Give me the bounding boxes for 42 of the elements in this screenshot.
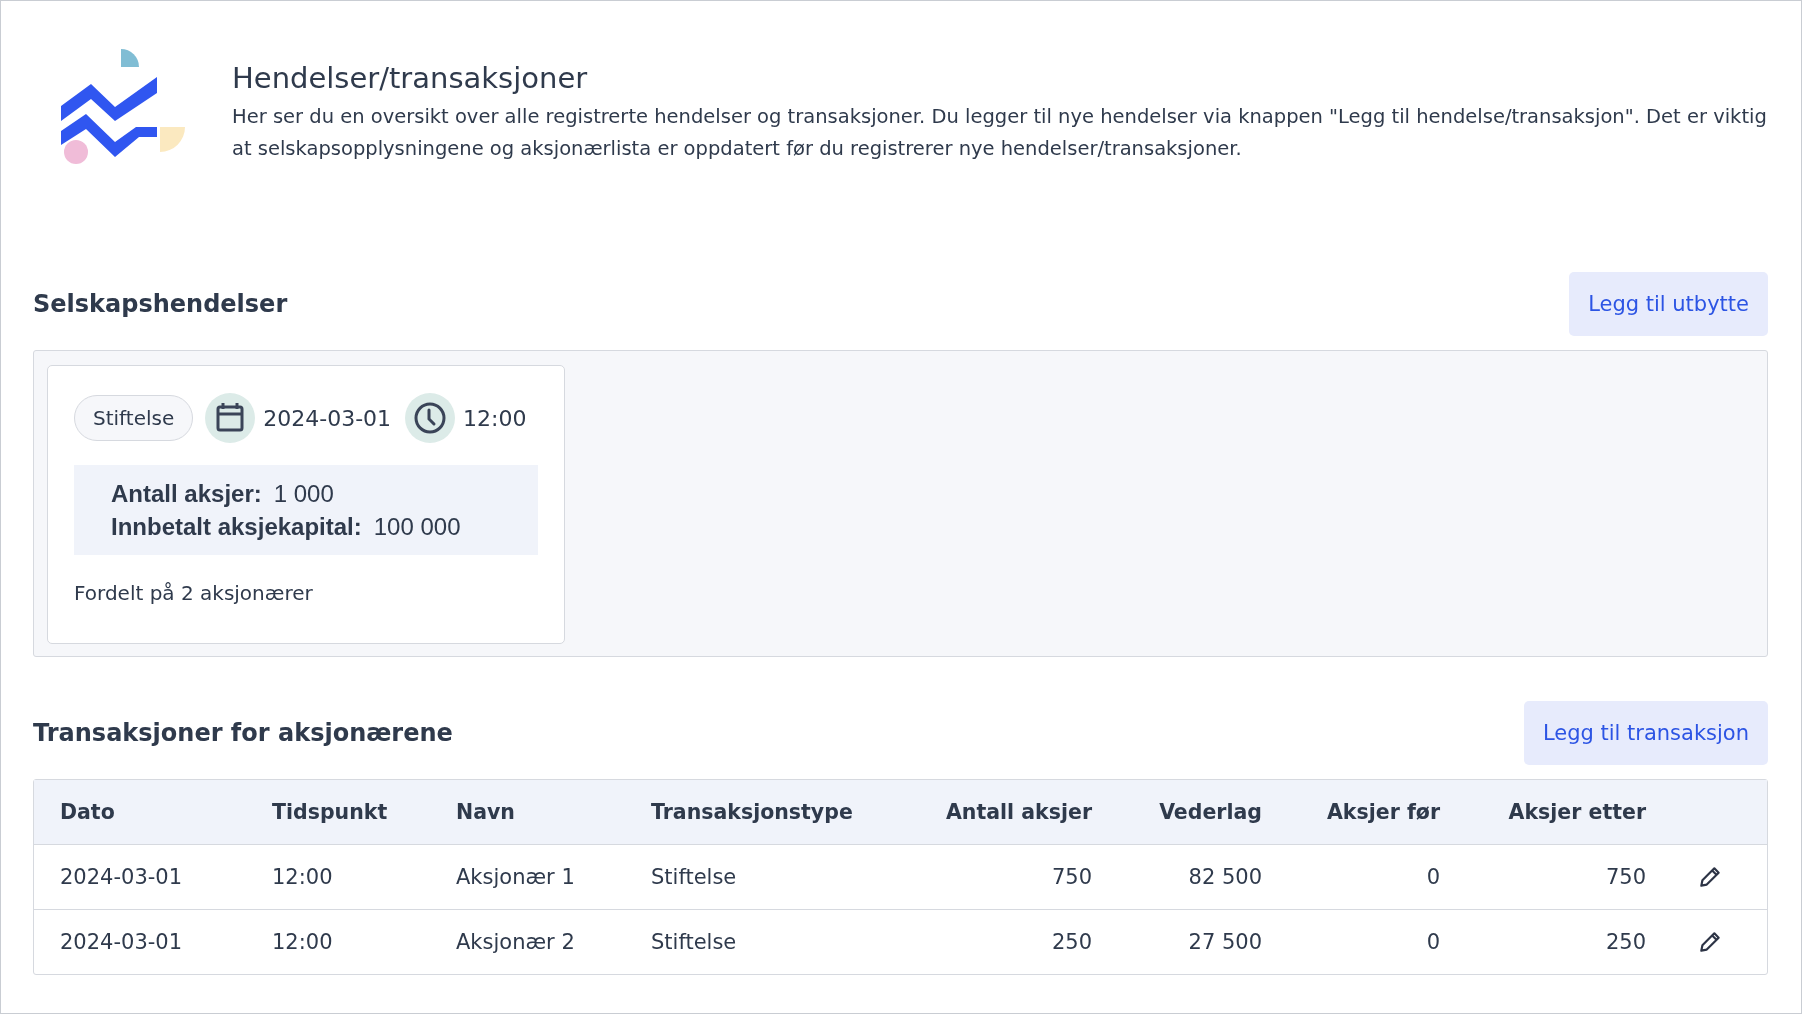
column-header: Aksjer før [1326,800,1440,824]
event-date: 2024-03-01 [263,405,392,431]
event-time: 12:00 [463,405,527,431]
table-cell-text: 82 500 [1187,865,1262,889]
table-cell-text: 0 [1425,865,1440,889]
table-cell-text: 12:00 [272,930,334,954]
table-cell-text: Aksjonær 2 [456,930,576,954]
table-cell-text: 250 [1050,930,1092,954]
clock-icon [405,393,456,443]
stat-value: 100 000 [373,513,461,540]
table-cell-text: 750 [1604,865,1646,889]
table-cell-text: 2024-03-01 [60,865,184,889]
add-dividend-button[interactable]: Legg til utbytte [1569,272,1768,336]
stat-label: Antall aksjer: [111,480,262,507]
table-cell-text: Aksjonær 1 [456,865,576,889]
section-title: Transaksjoner for aksjonærene [33,719,453,747]
column-header: Antall aksjer [945,800,1092,824]
table-cell-text: 0 [1425,930,1440,954]
table-cell-text: Stiftelse [651,930,738,954]
table-cell-text: Stiftelse [651,865,738,889]
table-cell-text: 12:00 [272,865,334,889]
column-header: Aksjer etter [1507,800,1646,824]
table-cell-text: 27 500 [1187,930,1262,954]
page-description: Her ser du en oversikt over alle registrerte hendelser og transaksjoner. Du legger til nye hendelser via knappen "Legg til hendelse/transaksjon". Det er viktig at selskapsopplysningene og aksjonærlista er oppdatert før du registrerer nye hendelser/transaksjoner. [232,104,1768,162]
column-header: Transaksjonstype [651,800,854,824]
column-header: Dato [60,800,116,824]
pencil-icon[interactable] [1697,929,1723,955]
event-type-tag: Stiftelse [74,395,194,441]
column-header: Vederlag [1158,800,1262,824]
section-title: Selskapshendelser [33,290,288,318]
calendar-icon [205,393,256,443]
page-title: Hendelser/transaksjoner [232,61,589,95]
table-cell-text: 250 [1604,930,1646,954]
pencil-icon[interactable] [1697,864,1723,890]
shareholder-count: Fordelt på 2 aksjonærer [74,581,314,605]
column-header: Tidspunkt [272,800,389,824]
stat-label: Innbetalt aksjekapital: [111,513,362,540]
table-cell-text: 750 [1050,865,1092,889]
add-transaction-button[interactable]: Legg til transaksjon [1523,701,1768,765]
table-cell-text: 2024-03-01 [60,930,184,954]
stat-value: 1 000 [273,480,334,507]
column-header: Navn [456,800,516,824]
